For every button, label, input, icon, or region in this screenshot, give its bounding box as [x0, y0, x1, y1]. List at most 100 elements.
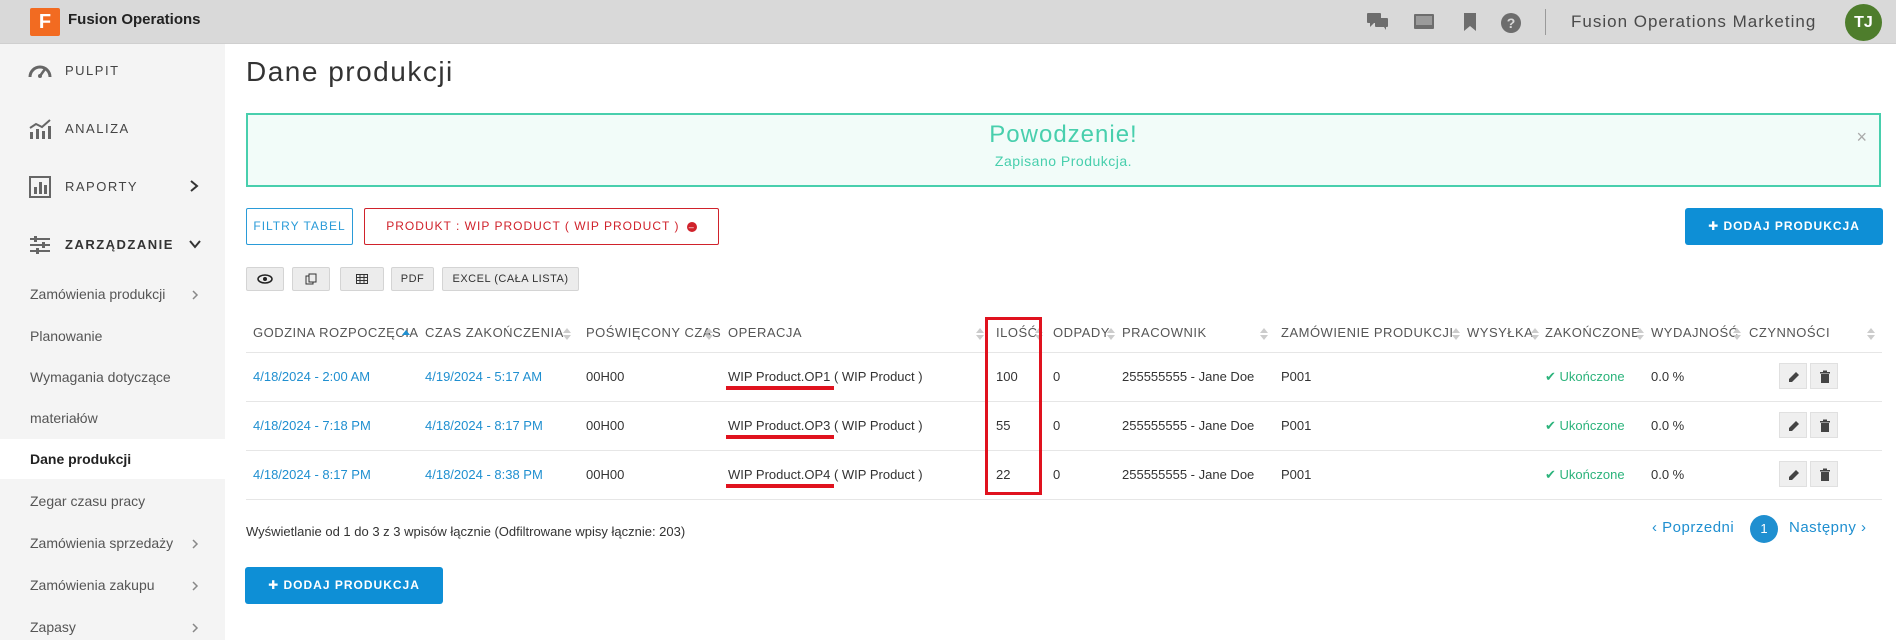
success-alert: Powodzenie! Zapisano Produkcja. ×	[246, 113, 1881, 187]
account-name[interactable]: Fusion Operations Marketing	[1571, 12, 1816, 32]
cell-start[interactable]: 4/18/2024 - 2:00 AM	[253, 369, 370, 384]
bookmark-icon[interactable]	[1459, 12, 1481, 32]
col-header-spent[interactable]: POŚWIĘCONY CZAS	[586, 325, 721, 340]
sort-icon[interactable]	[1452, 327, 1460, 341]
cell-efficiency: 0.0 %	[1651, 467, 1685, 482]
app-title[interactable]: Fusion Operations	[68, 11, 201, 28]
cell-end[interactable]: 4/19/2024 - 5:17 AM	[425, 369, 542, 384]
sidebar-item-wymagania-cont[interactable]: materiałów	[0, 398, 225, 438]
sort-icon[interactable]	[1531, 327, 1539, 341]
sort-icon[interactable]	[1636, 327, 1644, 341]
sidebar-item-zamowienia-sprzedazy[interactable]: Zamówienia sprzedaży	[0, 523, 225, 563]
sidebar-item-label: Zamówienia produkcji	[30, 286, 166, 302]
sidebar-item-analiza[interactable]: ANALIZA	[0, 104, 225, 152]
col-header-scrap[interactable]: ODPADY	[1053, 325, 1110, 340]
sidebar-item-zamowienia-zakupu[interactable]: Zamówienia zakupu	[0, 565, 225, 605]
sort-icon[interactable]	[1733, 327, 1741, 341]
app-logo[interactable]: F	[30, 8, 60, 36]
edit-button[interactable]	[1779, 363, 1807, 389]
trash-icon	[1820, 370, 1830, 383]
sidebar-item-planowanie[interactable]: Planowanie	[0, 316, 225, 356]
cell-operation: WIP Product.OP3 ( WIP Product )	[728, 418, 923, 433]
help-icon[interactable]: ?	[1500, 12, 1522, 33]
cell-spent: 00H00	[586, 369, 625, 384]
cell-worker: 255555555 - Jane Doe	[1122, 467, 1255, 482]
pagination-next[interactable]: Następny ›	[1789, 519, 1867, 536]
sort-icon[interactable]	[1260, 327, 1268, 341]
sidebar-item-zapasy[interactable]: Zapasy	[0, 607, 225, 640]
cell-start[interactable]: 4/18/2024 - 7:18 PM	[253, 418, 371, 433]
operation-name: WIP Product.OP4	[728, 467, 831, 482]
sort-icon[interactable]	[1867, 327, 1875, 341]
pagination-prev[interactable]: ‹ Poprzedni	[1652, 519, 1734, 536]
col-header-completed[interactable]: ZAKOŃCZONE	[1545, 325, 1640, 340]
sidebar-item-dane-produkcji[interactable]: Dane produkcji	[0, 439, 225, 479]
sidebar-item-zegar[interactable]: Zegar czasu pracy	[0, 481, 225, 521]
cell-scrap: 0	[1053, 369, 1061, 384]
cell-scrap: 0	[1053, 418, 1061, 433]
sidebar-item-zamowienia-produkcji[interactable]: Zamówienia produkcji	[0, 274, 225, 314]
copy-button[interactable]	[292, 267, 330, 291]
excel-button[interactable]: EXCEL (CAŁA LISTA)	[442, 267, 579, 291]
col-header-operation[interactable]: OPERACJA	[728, 325, 802, 340]
product-filter-chip[interactable]: PRODUKT : WIP PRODUCT ( WIP PRODUCT ) –	[364, 208, 719, 245]
row-divider	[246, 499, 1882, 500]
col-header-order[interactable]: ZAMÓWIENIE PRODUKCJI	[1281, 325, 1454, 340]
col-header-shipping[interactable]: WYSYŁKA	[1467, 325, 1533, 340]
cell-order: P001	[1281, 369, 1312, 384]
cell-end[interactable]: 4/18/2024 - 8:17 PM	[425, 418, 543, 433]
col-header-actions: CZYNNOŚCI	[1749, 325, 1831, 340]
chat-icon[interactable]	[1367, 12, 1389, 32]
cell-operation: WIP Product.OP4 ( WIP Product )	[728, 467, 923, 482]
operation-product: ( WIP Product )	[830, 369, 923, 384]
close-icon[interactable]: ×	[1856, 127, 1867, 148]
table-info: Wyświetlanie od 1 do 3 z 3 wpisów łączni…	[246, 524, 686, 539]
edit-button[interactable]	[1779, 412, 1807, 438]
sidebar-item-label: Planowanie	[30, 328, 103, 344]
sidebar-item-label: Zamówienia zakupu	[30, 577, 155, 593]
screen-icon[interactable]	[1413, 12, 1435, 32]
cell-worker: 255555555 - Jane Doe	[1122, 418, 1255, 433]
col-header-end[interactable]: CZAS ZAKOŃCZENIA	[425, 325, 564, 340]
pagination-page[interactable]: 1	[1750, 515, 1778, 543]
annotation-underline	[726, 484, 834, 488]
add-production-button[interactable]: ✚ DODAJ PRODUKCJA	[1685, 208, 1883, 245]
sidebar-item-label: PULPIT	[65, 63, 120, 78]
cell-end[interactable]: 4/18/2024 - 8:38 PM	[425, 467, 543, 482]
analytics-icon	[28, 118, 52, 140]
svg-text:?: ?	[1507, 15, 1516, 31]
avatar[interactable]: TJ	[1845, 4, 1882, 41]
column-visibility-button[interactable]	[246, 267, 284, 291]
row-divider	[246, 401, 1882, 402]
cell-scrap: 0	[1053, 467, 1061, 482]
sidebar-item-wymagania[interactable]: Wymagania dotyczące	[0, 357, 225, 397]
remove-filter-icon[interactable]: –	[686, 221, 697, 232]
sort-icon[interactable]	[563, 327, 571, 341]
csv-button[interactable]	[340, 267, 384, 291]
delete-button[interactable]	[1810, 412, 1838, 438]
chevron-right-icon	[190, 288, 200, 302]
sort-icon[interactable]	[705, 327, 713, 341]
edit-button[interactable]	[1779, 461, 1807, 487]
filter-chip-label: PRODUKT : WIP PRODUCT ( WIP PRODUCT )	[386, 219, 680, 233]
add-production-button-bottom[interactable]: ✚ DODAJ PRODUKCJA	[245, 567, 443, 604]
sidebar-item-raporty[interactable]: RAPORTY	[0, 162, 225, 210]
chevron-right-icon	[190, 537, 200, 551]
pdf-button[interactable]: PDF	[391, 267, 434, 291]
col-header-efficiency[interactable]: WYDAJNOŚĆ	[1651, 325, 1739, 340]
sidebar-item-zarzadzanie[interactable]: ZARZĄDZANIE	[0, 220, 225, 268]
sort-icon[interactable]	[976, 327, 984, 341]
sort-asc-icon[interactable]	[402, 327, 410, 341]
col-header-worker[interactable]: PRACOWNIK	[1122, 325, 1207, 340]
cell-spent: 00H00	[586, 418, 625, 433]
pencil-icon	[1789, 372, 1799, 382]
cell-start[interactable]: 4/18/2024 - 8:17 PM	[253, 467, 371, 482]
table-filters-button[interactable]: FILTRY TABEL	[246, 208, 353, 245]
col-header-start[interactable]: GODZINA ROZPOCZĘCIA	[253, 325, 419, 340]
delete-button[interactable]	[1810, 363, 1838, 389]
sort-icon[interactable]	[1107, 327, 1115, 341]
delete-button[interactable]	[1810, 461, 1838, 487]
sidebar-item-pulpit[interactable]: PULPIT	[0, 46, 225, 94]
sidebar-item-label: Zamówienia sprzedaży	[30, 535, 174, 551]
top-bar: F Fusion Operations ? Fusion Operations …	[0, 0, 1896, 44]
